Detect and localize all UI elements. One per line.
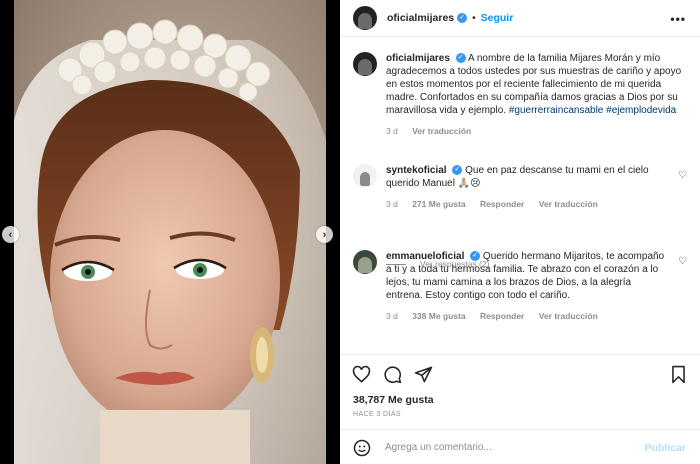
like-comment-heart-icon[interactable]: ♡ (678, 170, 687, 181)
publish-button[interactable]: Publicar (645, 442, 686, 454)
author-username[interactable]: oficialmijares (387, 12, 454, 24)
author-avatar[interactable] (353, 6, 377, 30)
like-comment-heart-icon[interactable]: ♡ (678, 256, 687, 267)
comment-item: emmanueloficial ✓ Querido hermano Mijari… (353, 250, 689, 323)
comment-item: syntekoficial ✓ Que en paz descanse tu m… (353, 164, 689, 211)
comment-likes[interactable]: 271 Me gusta (412, 199, 465, 209)
post-date[interactable]: HACE 3 DÍAS (353, 411, 401, 418)
chevron-right-icon: › (322, 228, 327, 241)
bride-portrait-image (0, 0, 340, 464)
caption: oficialmijares ✓ A nombre de la familia … (353, 52, 689, 138)
bookmark-icon[interactable] (669, 365, 688, 384)
commenter-username[interactable]: syntekoficial (386, 165, 447, 176)
comment-bubble-icon[interactable] (383, 365, 402, 384)
verified-badge-icon: ✓ (455, 53, 466, 64)
post-photo: ‹ › (0, 0, 340, 464)
share-paper-plane-icon[interactable] (414, 365, 433, 384)
caption-time[interactable]: 3 d (386, 126, 398, 136)
comments-list: oficialmijares ✓ A nombre de la familia … (340, 38, 700, 354)
comment-likes[interactable]: 338 Me gusta (412, 311, 465, 321)
comment-time[interactable]: 3 d (386, 199, 398, 209)
see-translation-button[interactable]: Ver traducción (539, 311, 598, 321)
post-likes-count[interactable]: 38,787 Me gusta (353, 394, 434, 406)
commenter-avatar[interactable] (353, 250, 377, 274)
hashtag-link[interactable]: #ejemplodevida (606, 105, 676, 116)
more-options-icon[interactable]: ••• (670, 12, 686, 26)
post-actions: 38,787 Me gusta HACE 3 DÍAS Publicar (340, 354, 700, 464)
previous-image-button[interactable]: ‹ (2, 226, 19, 243)
reply-button[interactable]: Responder (480, 311, 524, 321)
emoji-smiley-icon[interactable] (353, 439, 371, 457)
reply-button[interactable]: Responder (480, 199, 524, 209)
comment-time[interactable]: 3 d (386, 311, 398, 321)
caption-username[interactable]: oficialmijares (386, 53, 450, 64)
separator-dot: • (472, 12, 476, 24)
verified-badge-icon: ✓ (457, 13, 468, 23)
see-translation-button[interactable]: Ver traducción (539, 199, 598, 209)
see-translation-button[interactable]: Ver traducción (412, 126, 471, 136)
hashtag-link[interactable]: #guerrerraincansable (509, 105, 604, 116)
follow-button[interactable]: Seguir (481, 12, 514, 24)
caption-author-avatar[interactable] (353, 52, 377, 76)
verified-badge-icon: ✓ (470, 251, 481, 262)
comments-panel: oficialmijares ✓ • Seguir ••• oficialmij… (340, 0, 700, 464)
like-heart-icon[interactable] (352, 365, 371, 384)
comment-input[interactable] (385, 442, 615, 453)
next-image-button[interactable]: › (316, 226, 333, 243)
post-header: oficialmijares ✓ • Seguir ••• (340, 0, 700, 37)
verified-badge-icon: ✓ (452, 165, 463, 176)
commenter-avatar[interactable] (353, 164, 377, 188)
commenter-username[interactable]: emmanueloficial (386, 251, 464, 262)
comment-composer: Publicar (340, 429, 700, 464)
chevron-left-icon: ‹ (8, 228, 13, 241)
